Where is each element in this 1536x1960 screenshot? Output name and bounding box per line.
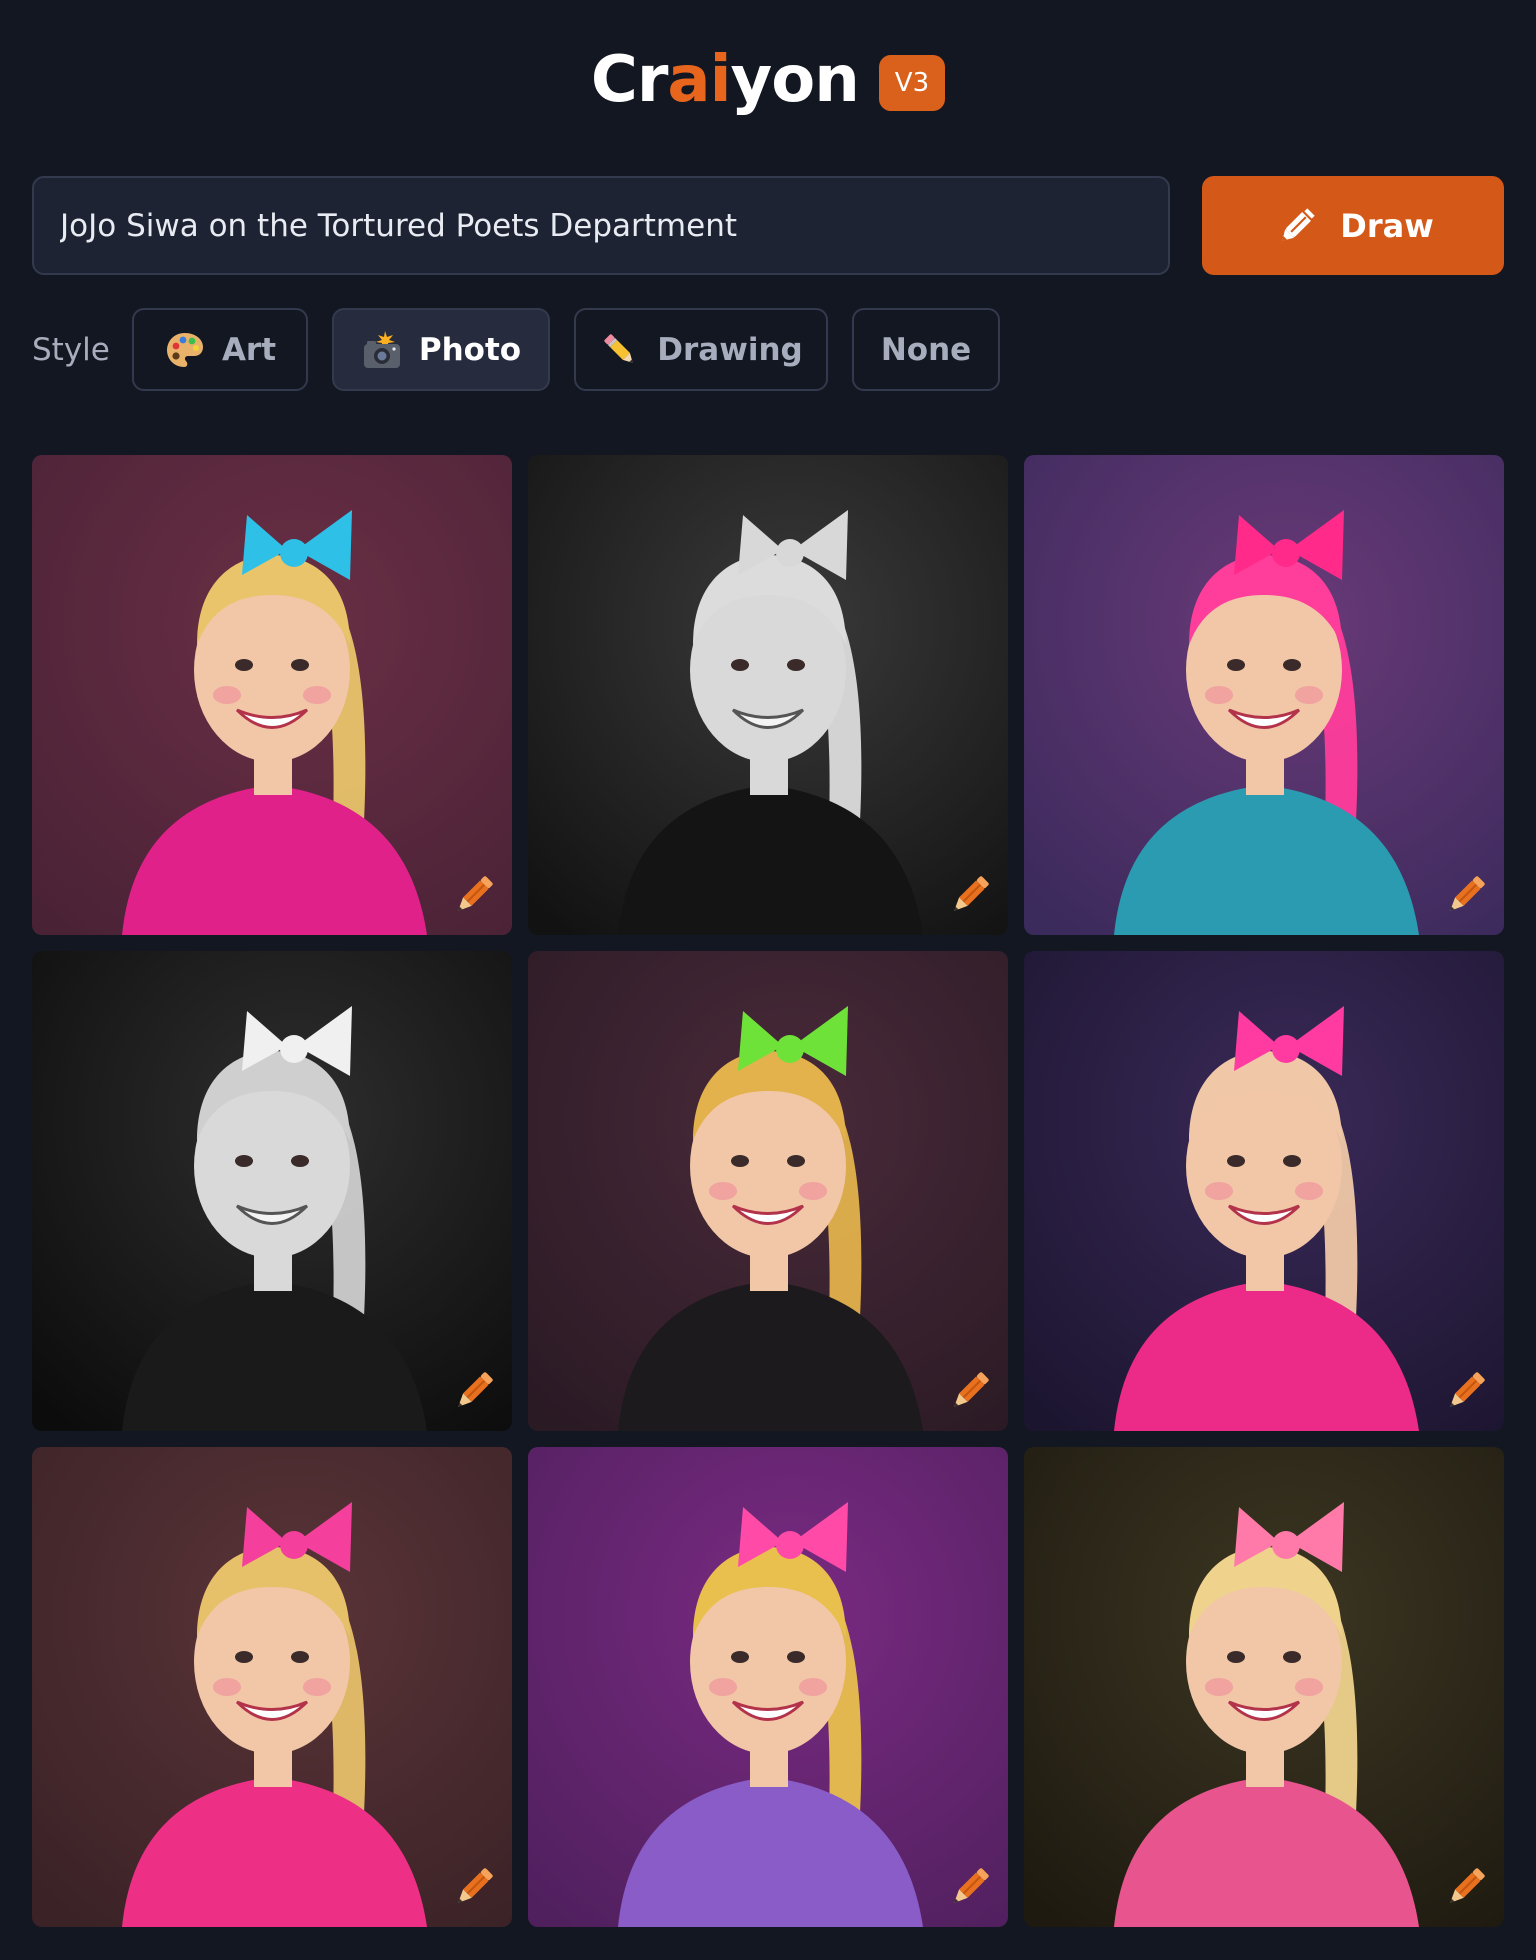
style-option-photo[interactable]: Photo	[332, 308, 550, 391]
prompt-input[interactable]	[32, 176, 1170, 275]
style-option-label: Drawing	[657, 331, 803, 368]
pencil-icon[interactable]	[942, 869, 996, 923]
result-image[interactable]	[32, 455, 512, 935]
result-image[interactable]	[1024, 951, 1504, 1431]
portrait-image	[1024, 455, 1504, 935]
pencil-icon[interactable]	[1438, 869, 1492, 923]
result-image[interactable]	[32, 951, 512, 1431]
style-label: Style	[32, 332, 110, 368]
style-option-label: Photo	[418, 331, 522, 368]
style-option-none[interactable]: None	[852, 308, 1000, 391]
portrait-image	[528, 951, 1008, 1431]
pencil-icon	[604, 333, 633, 363]
results-grid	[32, 455, 1504, 1927]
logo-text-part2: yon	[730, 43, 860, 117]
pencil-icon[interactable]	[1438, 1861, 1492, 1915]
portrait-image	[32, 951, 512, 1431]
camera-flash-icon	[363, 330, 400, 368]
pencil-icon[interactable]	[446, 869, 500, 923]
style-option-drawing[interactable]: Drawing	[574, 308, 828, 391]
pencil-icon[interactable]	[942, 1861, 996, 1915]
portrait-image	[32, 1447, 512, 1927]
result-image[interactable]	[1024, 1447, 1504, 1927]
style-option-art[interactable]: Art	[132, 308, 308, 391]
style-option-label: None	[880, 331, 972, 368]
style-option-label: Art	[221, 331, 277, 368]
app-logo[interactable]: Craiyon V3	[0, 40, 1536, 120]
palette-icon	[166, 332, 203, 367]
portrait-image	[1024, 951, 1504, 1431]
result-image[interactable]	[32, 1447, 512, 1927]
logo-text-accent: ai	[667, 43, 731, 117]
result-image[interactable]	[528, 951, 1008, 1431]
portrait-image	[528, 455, 1008, 935]
pencil-icon[interactable]	[1438, 1365, 1492, 1419]
portrait-image	[32, 455, 512, 935]
pencil-icon[interactable]	[446, 1861, 500, 1915]
logo-text: Craiyon	[590, 40, 860, 120]
result-image[interactable]	[528, 455, 1008, 935]
version-badge: V3	[878, 55, 946, 111]
pencil-icon[interactable]	[942, 1365, 996, 1419]
portrait-image	[528, 1447, 1008, 1927]
draw-button-label: Draw	[1340, 206, 1434, 245]
result-image[interactable]	[528, 1447, 1008, 1927]
pencil-icon[interactable]	[446, 1365, 500, 1419]
portrait-image	[1024, 1447, 1504, 1927]
result-image[interactable]	[1024, 455, 1504, 935]
pencil-icon	[1282, 204, 1318, 241]
logo-text-part1: Cr	[590, 43, 669, 117]
draw-button[interactable]: Draw	[1202, 176, 1504, 275]
